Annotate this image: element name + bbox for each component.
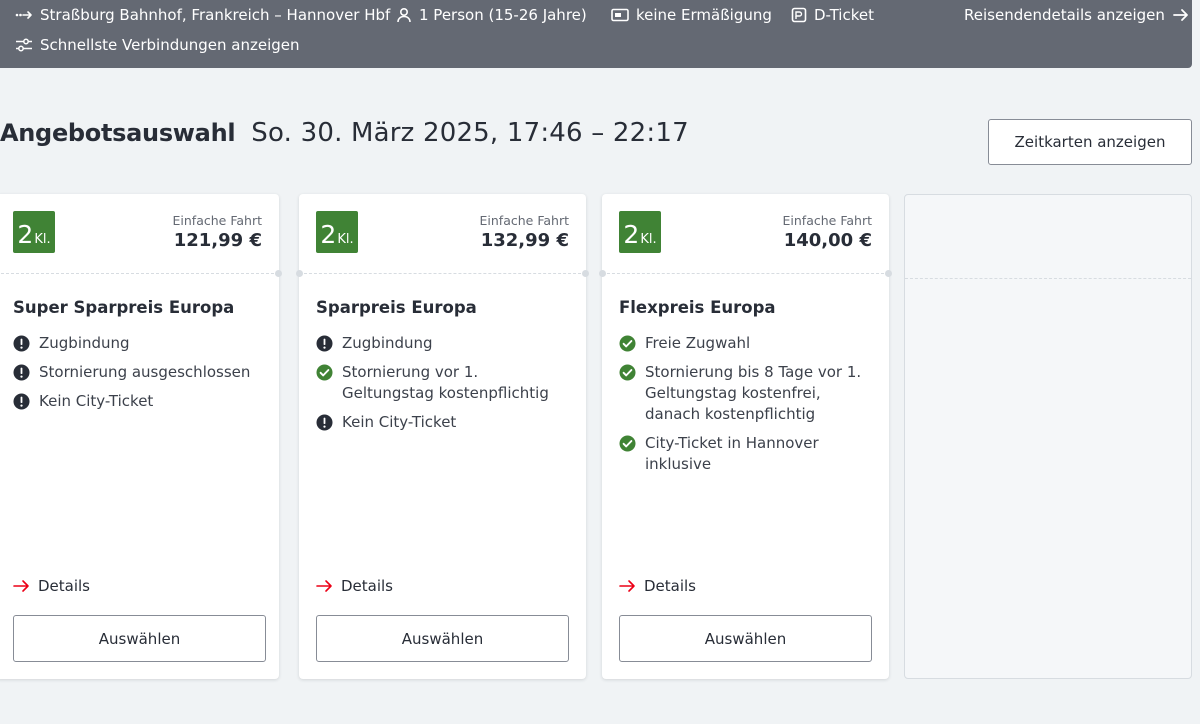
offer-card: 2 Kl. Einfache Fahrt 121,99 € Super Spar… (0, 194, 282, 679)
divider-dot (296, 270, 303, 277)
feature-text: Stornierung vor 1. Geltungstag kostenpfl… (342, 363, 549, 402)
feature-item: Stornierung vor 1. Geltungstag kostenpfl… (316, 362, 572, 404)
details-link[interactable]: Details (13, 577, 90, 595)
card-divider (602, 273, 889, 274)
feature-text: Stornierung ausgeschlossen (39, 363, 251, 381)
discount-summary[interactable]: keine Ermäßigung (611, 6, 772, 24)
feature-item: Kein City-Ticket (316, 412, 572, 433)
select-button[interactable]: Auswählen (619, 615, 872, 662)
offer-heading: Angebotsauswahl So. 30. März 2025, 17:46… (0, 118, 689, 148)
check-icon (619, 435, 636, 452)
discount-text: keine Ermäßigung (636, 6, 772, 24)
select-button[interactable]: Auswählen (13, 615, 266, 662)
class-label: Kl. (337, 232, 354, 247)
arrow-right-icon (316, 580, 332, 592)
details-label: Details (644, 577, 697, 595)
fare-type: Einfache Fahrt (782, 213, 872, 228)
feature-item: Stornierung bis 8 Tage vor 1. Geltungsta… (619, 362, 875, 425)
price: 132,99 € (480, 230, 569, 251)
feature-item: City-Ticket in Hannover inklusive (619, 433, 875, 475)
offer-title: Flexpreis Europa (619, 298, 776, 317)
feature-item: Zugbindung (13, 333, 265, 354)
select-button[interactable]: Auswählen (316, 615, 569, 662)
check-icon (619, 335, 636, 352)
feature-item: Zugbindung (316, 333, 572, 354)
offer-title: Super Sparpreis Europa (13, 298, 235, 317)
class-label: Kl. (34, 232, 51, 247)
offer-title: Sparpreis Europa (316, 298, 477, 317)
exclamation-icon (13, 364, 30, 381)
feature-item: Stornierung ausgeschlossen (13, 362, 265, 383)
travel-date: So. 30. März 2025, 17:46 – 22:17 (251, 118, 689, 148)
page-title: Angebotsauswahl (0, 119, 236, 147)
ticket-icon (791, 7, 807, 23)
exclamation-icon (316, 335, 333, 352)
travellers-text: 1 Person (15-26 Jahre) (419, 6, 587, 24)
offer-card-header: 2 Kl. Einfache Fahrt 140,00 € (602, 194, 889, 274)
class-number: 2 (623, 220, 640, 249)
route-text: Straßburg Bahnhof, Frankreich – Hannover… (40, 6, 391, 24)
divider-dot (885, 270, 892, 277)
feature-text: City-Ticket in Hannover inklusive (645, 434, 819, 473)
divider-dot (275, 270, 282, 277)
price: 121,99 € (173, 230, 262, 251)
season-ticket-button[interactable]: Zeitkarten anzeigen (988, 119, 1192, 165)
search-summary-bar: Straßburg Bahnhof, Frankreich – Hannover… (0, 0, 1192, 68)
divider-dot (599, 270, 606, 277)
details-link[interactable]: Details (316, 577, 393, 595)
card-divider (0, 273, 279, 274)
exclamation-icon (13, 335, 30, 352)
feature-list: Zugbindung Stornierung vor 1. Geltungsta… (316, 333, 572, 441)
travellers-summary[interactable]: 1 Person (15-26 Jahre) (396, 6, 587, 24)
feature-text: Zugbindung (39, 334, 130, 352)
feature-text: Kein City-Ticket (342, 413, 457, 431)
check-icon (316, 364, 333, 381)
arrow-right-icon (619, 580, 635, 592)
exclamation-icon (13, 393, 30, 410)
offer-card: 2 Kl. Einfache Fahrt 140,00 € Flexpreis … (599, 194, 892, 679)
class-label: Kl. (640, 232, 657, 247)
empty-offer-card (904, 194, 1192, 679)
check-icon (619, 364, 636, 381)
class-badge: 2 Kl. (316, 211, 358, 253)
offer-card-header: 2 Kl. Einfache Fahrt 132,99 € (299, 194, 586, 274)
feature-item: Kein City-Ticket (13, 391, 265, 412)
card-divider (299, 273, 586, 274)
sliders-icon (16, 38, 32, 52)
ticket-text: D-Ticket (814, 6, 874, 24)
offer-card: 2 Kl. Einfache Fahrt 132,99 € Sparpreis … (296, 194, 589, 679)
divider-dot (582, 270, 589, 277)
filter-text: Schnellste Verbindungen anzeigen (40, 36, 300, 54)
arrow-right-icon (13, 580, 29, 592)
feature-item: Freie Zugwahl (619, 333, 875, 354)
feature-text: Freie Zugwahl (645, 334, 751, 352)
class-badge: 2 Kl. (619, 211, 661, 253)
feature-list: Freie Zugwahl Stornierung bis 8 Tage vor… (619, 333, 875, 483)
arrow-right-icon (1173, 9, 1188, 21)
offer-card-header: 2 Kl. Einfache Fahrt 121,99 € (0, 194, 279, 274)
bahncard-icon (611, 8, 629, 22)
class-number: 2 (17, 220, 34, 249)
price: 140,00 € (783, 230, 872, 251)
feature-text: Zugbindung (342, 334, 433, 352)
details-label: Details (38, 577, 91, 595)
class-number: 2 (320, 220, 337, 249)
ticket-summary[interactable]: D-Ticket (791, 6, 874, 24)
route-summary[interactable]: Straßburg Bahnhof, Frankreich – Hannover… (15, 6, 390, 24)
details-link[interactable]: Details (619, 577, 696, 595)
class-badge: 2 Kl. (13, 211, 55, 253)
card-divider (905, 278, 1191, 279)
exclamation-icon (316, 414, 333, 431)
traveller-details-link[interactable]: Reisendendetails anzeigen (964, 6, 1190, 24)
person-icon (397, 7, 411, 23)
fare-type: Einfache Fahrt (479, 213, 569, 228)
filter-toggle[interactable]: Schnellste Verbindungen anzeigen (15, 36, 300, 54)
feature-text: Stornierung bis 8 Tage vor 1. Geltungsta… (645, 363, 862, 423)
traveller-details-label: Reisendendetails anzeigen (964, 6, 1165, 24)
feature-text: Kein City-Ticket (39, 392, 154, 410)
route-arrow-icon (15, 11, 32, 19)
details-label: Details (341, 577, 394, 595)
feature-list: Zugbindung Stornierung ausgeschlossen Ke… (13, 333, 265, 420)
fare-type: Einfache Fahrt (172, 213, 262, 228)
